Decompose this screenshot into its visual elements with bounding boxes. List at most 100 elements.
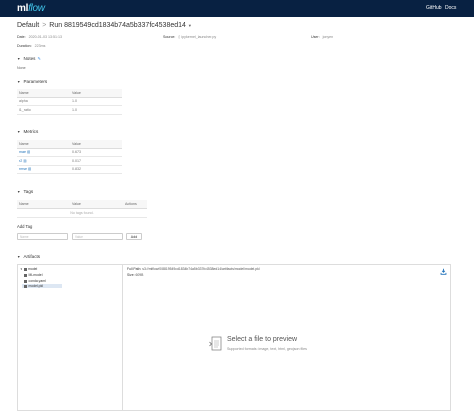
tree-item-mlmodel[interactable]: MLmodel: [24, 273, 42, 277]
file-icon: [24, 273, 27, 277]
source-label: Source:: [163, 35, 176, 39]
artifacts-title: Artifacts: [23, 254, 41, 259]
metric-name-link[interactable]: r2 ▥: [17, 156, 70, 166]
caret-down-icon: ▼: [17, 190, 21, 194]
date-value: 2020-01-03 13:51:13: [28, 35, 62, 39]
caret-down-icon: ▼: [17, 57, 21, 61]
add-tag-button[interactable]: Add: [126, 233, 142, 240]
tree-item-label: MLmodel: [28, 273, 43, 277]
mlflow-logo[interactable]: mlflow: [17, 3, 45, 14]
column-header: Name: [17, 89, 70, 98]
user-value: jonyen: [322, 35, 334, 39]
preview-subtitle: Supported formats: image, text, html, ge…: [227, 347, 307, 351]
chevron-down-icon[interactable]: ▼: [188, 23, 192, 28]
user-meta: User: jonyen: [311, 35, 333, 39]
date-meta: Date: 2020-01-03 13:51:13: [17, 35, 62, 39]
duration-label: Duration:: [17, 44, 32, 48]
param-name: l1_ratio: [17, 105, 70, 115]
metric-value: 0.832: [70, 165, 122, 174]
tree-item-label: model.pkl: [28, 284, 44, 288]
metrics-title: Metrics: [23, 129, 39, 134]
tags-title: Tags: [23, 189, 34, 194]
tree-item-label: model: [28, 267, 38, 271]
source-value[interactable]: ipykernel_launcher.py: [181, 35, 216, 39]
artifact-tree: ▼ model MLmodel conda.yaml model.pkl: [18, 265, 123, 411]
column-header: Value: [70, 89, 122, 98]
edit-icon[interactable]: ✎: [37, 56, 40, 61]
source-meta: Source: ▯ ipykernel_launcher.py: [163, 35, 216, 39]
param-name: alpha: [17, 97, 70, 106]
full-path-label: Full Path:: [127, 267, 142, 271]
metric-name: mae: [19, 150, 26, 155]
table-header-row: Name Value: [17, 89, 122, 98]
add-tag-title: Add Tag: [17, 224, 33, 229]
column-header: Value: [70, 140, 122, 149]
tag-value-input[interactable]: Value: [72, 233, 123, 240]
metric-name: r2: [19, 158, 23, 163]
metric-name-link[interactable]: mae ▥: [17, 148, 70, 157]
date-label: Date:: [17, 35, 26, 39]
param-value: 1.0: [70, 97, 122, 106]
table-header-row: Name Value: [17, 140, 122, 149]
tag-name-input[interactable]: Name: [17, 233, 68, 240]
user-label: User:: [311, 35, 320, 39]
empty-tags-message: No tags found.: [17, 208, 147, 218]
logo-ml-text: ml: [17, 3, 29, 14]
notes-title: Notes: [23, 56, 36, 61]
docs-link[interactable]: Docs: [445, 5, 456, 11]
column-header: Actions: [123, 200, 147, 209]
tags-section-header[interactable]: ▼ Tags: [17, 189, 33, 194]
duration-value: 223ms: [34, 44, 46, 48]
metric-value: 0.673: [70, 148, 122, 157]
full-path-value: s3://mlflow/0/8819549cd1834b74a5b337fc45…: [142, 267, 260, 271]
metric-value: 0.017: [70, 156, 122, 166]
duration-meta: Duration: 223ms: [17, 44, 45, 48]
github-link[interactable]: GitHub: [426, 5, 442, 11]
metrics-table: Name Value mae ▥ 0.673 r2 ▥ 0.017 rmse ▥…: [17, 140, 122, 174]
tree-item-label: conda.yaml: [28, 279, 46, 283]
artifacts-section-header[interactable]: ▼ Artifacts: [17, 254, 40, 259]
chart-icon: ▥: [23, 158, 27, 163]
logo-flow-text: flow: [28, 3, 45, 14]
run-title: Run 8819549cd1834b74a5b337fc4538ed14: [49, 22, 186, 29]
caret-down-icon: ▼: [17, 80, 21, 84]
column-header: Name: [17, 200, 70, 209]
file-icon: [24, 279, 27, 283]
tree-item-conda-yaml[interactable]: conda.yaml: [24, 279, 46, 283]
breadcrumb-separator: >: [42, 22, 47, 29]
artifact-size: Size: 609B: [127, 273, 143, 277]
file-preview-icon: [209, 336, 222, 351]
metrics-section-header[interactable]: ▼ Metrics: [17, 129, 38, 134]
table-row: No tags found.: [17, 208, 147, 218]
parameters-title: Parameters: [23, 79, 48, 84]
notes-section-header[interactable]: ▼ Notes ✎: [17, 56, 41, 61]
preview-title: Select a file to preview: [227, 336, 298, 343]
artifact-full-path: Full Path: s3://mlflow/0/8819549cd1834b7…: [127, 267, 260, 271]
caret-down-icon: ▼: [20, 268, 23, 271]
notes-value: None: [17, 66, 26, 70]
download-icon[interactable]: [440, 268, 447, 275]
table-row: mae ▥ 0.673: [17, 148, 122, 157]
parameters-section-header[interactable]: ▼ Parameters: [17, 79, 47, 84]
table-row: r2 ▥ 0.017: [17, 156, 122, 166]
size-value: 609B: [135, 273, 144, 277]
tree-item-model-folder[interactable]: ▼ model: [20, 267, 37, 271]
chart-icon: ▥: [28, 167, 32, 172]
metric-name-link[interactable]: rmse ▥: [17, 165, 70, 174]
table-row: l1_ratio 1.0: [17, 105, 122, 115]
top-navbar: mlflow GitHub Docs: [0, 0, 474, 17]
breadcrumb-experiment[interactable]: Default: [17, 22, 39, 29]
column-header: Name: [17, 140, 70, 149]
tree-item-model-pkl[interactable]: model.pkl: [22, 284, 62, 288]
tags-table: Name Value Actions No tags found.: [17, 200, 147, 218]
chart-icon: ▥: [27, 150, 31, 155]
page-title: Default > Run 8819549cd1834b74a5b337fc4538…: [17, 22, 192, 29]
size-label: Size:: [127, 273, 135, 277]
file-icon: [24, 284, 27, 288]
table-row: alpha 1.0: [17, 97, 122, 106]
column-header: Value: [70, 200, 123, 209]
table-header-row: Name Value Actions: [17, 200, 147, 209]
caret-down-icon: ▼: [17, 255, 21, 259]
metric-name: rmse: [19, 167, 27, 172]
folder-icon: [23, 267, 27, 271]
